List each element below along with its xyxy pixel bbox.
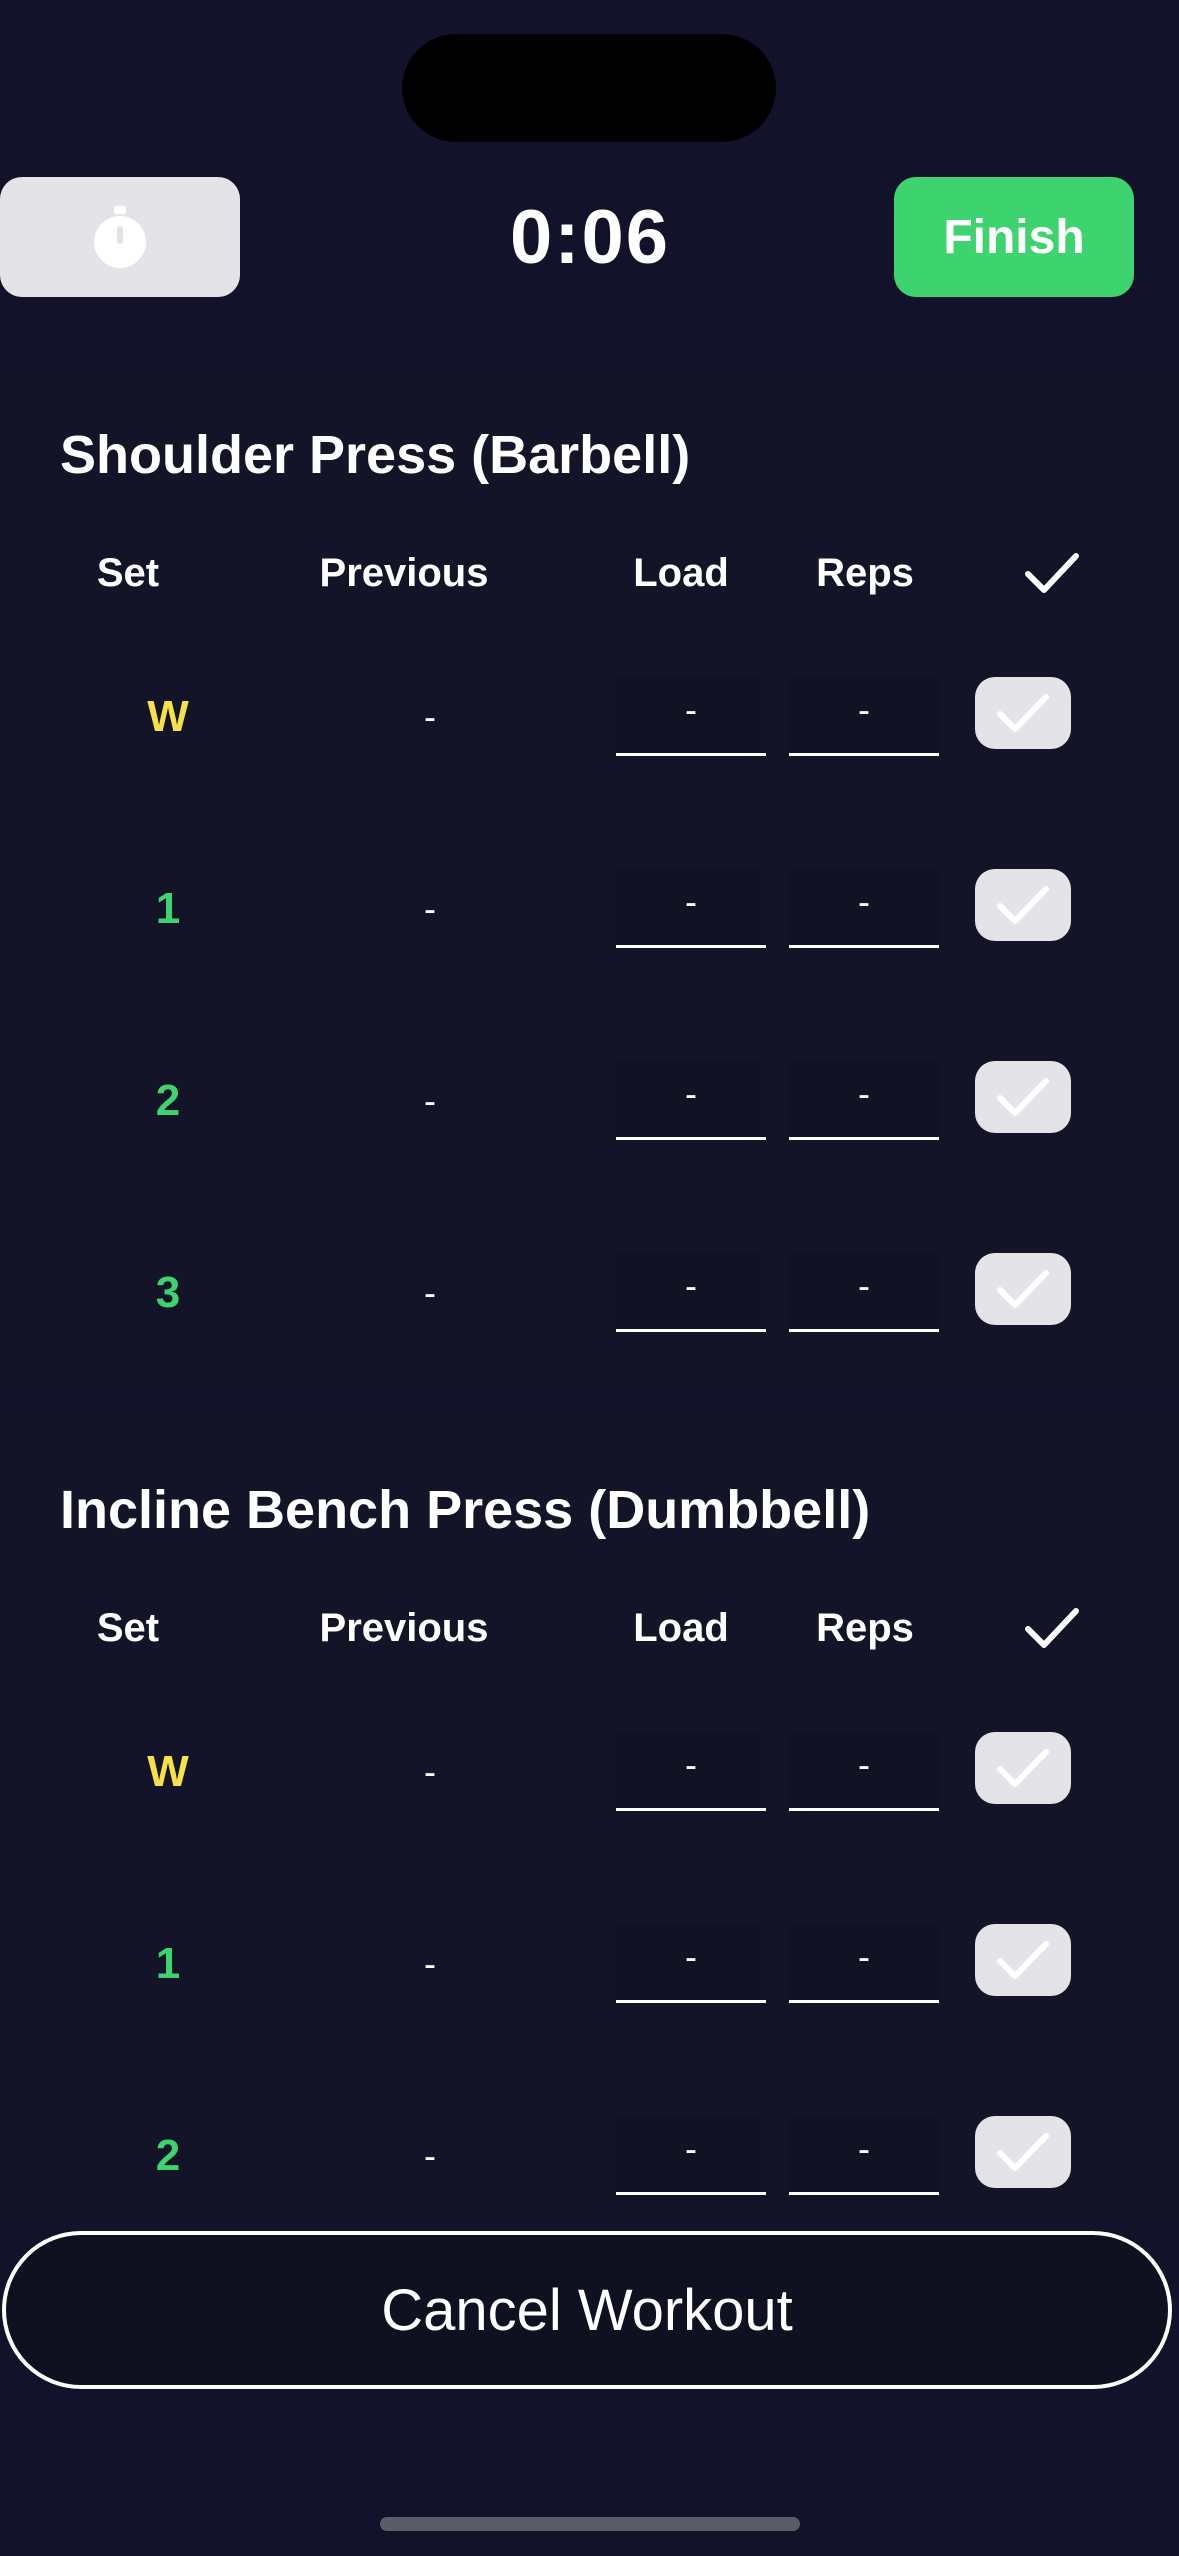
complete-set-button[interactable] (975, 677, 1071, 749)
load-input[interactable]: - (616, 2116, 766, 2195)
column-reps: Reps (816, 551, 914, 595)
set-number[interactable]: 2 (118, 1061, 218, 1141)
column-previous: Previous (319, 551, 489, 595)
complete-set-button[interactable] (975, 1924, 1071, 1996)
load-input[interactable]: - (616, 1061, 766, 1140)
column-header-row: Set Previous Load Reps (0, 538, 1179, 608)
previous-value: - (424, 2135, 436, 2176)
previous-value: - (424, 696, 436, 737)
home-indicator[interactable] (380, 2517, 800, 2531)
set-row: 1 - - - (0, 1924, 1179, 2004)
exercise-title: Shoulder Press (Barbell) (60, 425, 691, 485)
check-icon (997, 1941, 1049, 1979)
column-set: Set (96, 551, 160, 595)
previous-value: - (424, 888, 436, 929)
checkmark-icon (1012, 538, 1092, 618)
complete-set-button[interactable] (975, 869, 1071, 941)
load-input[interactable]: - (616, 869, 766, 948)
set-row: W - - - (0, 677, 1179, 757)
column-load: Load (633, 551, 729, 595)
load-input[interactable]: - (616, 1253, 766, 1332)
reps-input[interactable]: - (789, 1253, 939, 1332)
column-set: Set (96, 1606, 160, 1650)
previous-value: - (424, 1272, 436, 1313)
check-icon (997, 886, 1049, 924)
set-number[interactable]: 1 (118, 1924, 218, 2004)
reps-input[interactable]: - (789, 2116, 939, 2195)
previous-value: - (424, 1751, 436, 1792)
cancel-workout-button[interactable]: Cancel Workout (2, 2231, 1172, 2389)
load-input[interactable]: - (616, 1924, 766, 2003)
rest-timer-button[interactable] (0, 177, 240, 297)
complete-set-button[interactable] (975, 1732, 1071, 1804)
check-icon (997, 2133, 1049, 2171)
reps-input[interactable]: - (789, 869, 939, 948)
stopwatch-icon (94, 206, 146, 268)
load-input[interactable]: - (616, 677, 766, 756)
set-number[interactable]: 1 (118, 869, 218, 949)
set-row: 2 - - - (0, 1061, 1179, 1141)
reps-input[interactable]: - (789, 677, 939, 756)
dynamic-island (402, 34, 776, 142)
reps-input[interactable]: - (789, 1732, 939, 1811)
previous-value: - (424, 1080, 436, 1121)
load-input[interactable]: - (616, 1732, 766, 1811)
column-reps: Reps (816, 1606, 914, 1650)
complete-set-button[interactable] (975, 2116, 1071, 2188)
checkmark-icon (1012, 1593, 1092, 1673)
check-icon (997, 1270, 1049, 1308)
column-load: Load (633, 1606, 729, 1650)
check-icon (997, 1749, 1049, 1787)
finish-button[interactable]: Finish (894, 177, 1134, 297)
reps-input[interactable]: - (789, 1061, 939, 1140)
set-number[interactable]: 3 (118, 1253, 218, 1333)
set-row: 2 - - - (0, 2116, 1179, 2196)
reps-input[interactable]: - (789, 1924, 939, 2003)
check-icon (997, 694, 1049, 732)
complete-set-button[interactable] (975, 1253, 1071, 1325)
column-previous: Previous (319, 1606, 489, 1650)
set-number[interactable]: 2 (118, 2116, 218, 2196)
set-row: W - - - (0, 1732, 1179, 1812)
exercise-title: Incline Bench Press (Dumbbell) (60, 1480, 871, 1540)
set-number[interactable]: W (118, 1732, 218, 1812)
elapsed-time: 0:06 (509, 194, 671, 280)
check-icon (997, 1078, 1049, 1116)
set-number[interactable]: W (118, 677, 218, 757)
set-row: 1 - - - (0, 869, 1179, 949)
previous-value: - (424, 1943, 436, 1984)
complete-set-button[interactable] (975, 1061, 1071, 1133)
column-header-row: Set Previous Load Reps (0, 1593, 1179, 1663)
set-row: 3 - - - (0, 1253, 1179, 1333)
